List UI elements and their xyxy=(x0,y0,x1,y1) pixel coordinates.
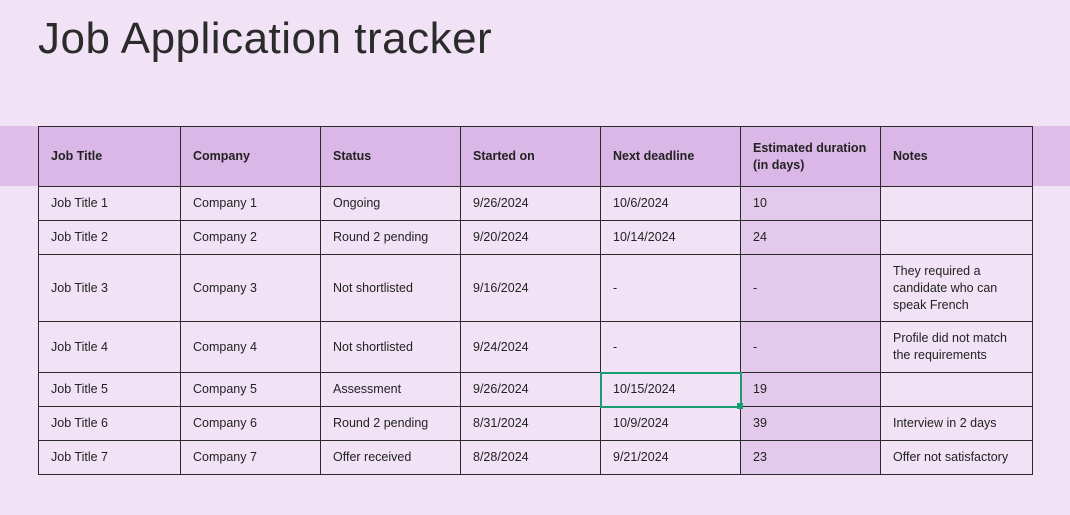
cell-status[interactable]: Offer received xyxy=(321,440,461,474)
table-row: Job Title 4Company 4Not shortlisted9/24/… xyxy=(39,322,1033,373)
page-title: Job Application tracker xyxy=(38,14,492,64)
cell-notes[interactable] xyxy=(881,187,1033,221)
cell-started[interactable]: 9/20/2024 xyxy=(461,220,601,254)
col-header-title[interactable]: Job Title xyxy=(39,127,181,187)
cell-status[interactable]: Ongoing xyxy=(321,187,461,221)
cell-company[interactable]: Company 1 xyxy=(181,187,321,221)
cell-status[interactable]: Not shortlisted xyxy=(321,254,461,322)
cell-duration[interactable]: - xyxy=(741,322,881,373)
cell-company[interactable]: Company 7 xyxy=(181,440,321,474)
cell-title[interactable]: Job Title 6 xyxy=(39,407,181,441)
cell-duration[interactable]: 23 xyxy=(741,440,881,474)
col-header-next[interactable]: Next deadline xyxy=(601,127,741,187)
cell-title[interactable]: Job Title 3 xyxy=(39,254,181,322)
cell-started[interactable]: 8/31/2024 xyxy=(461,407,601,441)
cell-started[interactable]: 9/26/2024 xyxy=(461,187,601,221)
cell-title[interactable]: Job Title 2 xyxy=(39,220,181,254)
cell-started[interactable]: 9/16/2024 xyxy=(461,254,601,322)
col-header-company[interactable]: Company xyxy=(181,127,321,187)
cell-next[interactable]: 10/9/2024 xyxy=(601,407,741,441)
cell-status[interactable]: Not shortlisted xyxy=(321,322,461,373)
table-wrap: Job Title Company Status Started on Next… xyxy=(38,126,1032,475)
cell-notes[interactable]: Profile did not match the requirements xyxy=(881,322,1033,373)
table-row: Job Title 3Company 3Not shortlisted9/16/… xyxy=(39,254,1033,322)
cell-status[interactable]: Assessment xyxy=(321,373,461,407)
cell-notes[interactable] xyxy=(881,373,1033,407)
page: Job Application tracker Job Title Compan… xyxy=(0,0,1070,515)
applications-table: Job Title Company Status Started on Next… xyxy=(38,126,1033,475)
table-row: Job Title 2Company 2Round 2 pending9/20/… xyxy=(39,220,1033,254)
cell-company[interactable]: Company 3 xyxy=(181,254,321,322)
cell-duration[interactable]: 24 xyxy=(741,220,881,254)
col-header-status[interactable]: Status xyxy=(321,127,461,187)
cell-next[interactable]: 9/21/2024 xyxy=(601,440,741,474)
cell-notes[interactable]: They required a candidate who can speak … xyxy=(881,254,1033,322)
cell-next[interactable]: - xyxy=(601,254,741,322)
col-header-started[interactable]: Started on xyxy=(461,127,601,187)
cell-title[interactable]: Job Title 1 xyxy=(39,187,181,221)
table-header-row: Job Title Company Status Started on Next… xyxy=(39,127,1033,187)
cell-next[interactable]: 10/6/2024 xyxy=(601,187,741,221)
cell-notes[interactable] xyxy=(881,220,1033,254)
cell-status[interactable]: Round 2 pending xyxy=(321,407,461,441)
table-row: Job Title 5Company 5Assessment9/26/20241… xyxy=(39,373,1033,407)
cell-duration[interactable]: 10 xyxy=(741,187,881,221)
cell-duration[interactable]: - xyxy=(741,254,881,322)
cell-title[interactable]: Job Title 4 xyxy=(39,322,181,373)
cell-next[interactable]: - xyxy=(601,322,741,373)
cell-status[interactable]: Round 2 pending xyxy=(321,220,461,254)
col-header-duration[interactable]: Estimated duration (in days) xyxy=(741,127,881,187)
cell-started[interactable]: 9/24/2024 xyxy=(461,322,601,373)
cell-started[interactable]: 8/28/2024 xyxy=(461,440,601,474)
cell-company[interactable]: Company 5 xyxy=(181,373,321,407)
table-row: Job Title 7Company 7Offer received8/28/2… xyxy=(39,440,1033,474)
table-body: Job Title 1Company 1Ongoing9/26/202410/6… xyxy=(39,187,1033,475)
cell-notes[interactable]: Interview in 2 days xyxy=(881,407,1033,441)
cell-duration[interactable]: 19 xyxy=(741,373,881,407)
cell-duration[interactable]: 39 xyxy=(741,407,881,441)
table-row: Job Title 1Company 1Ongoing9/26/202410/6… xyxy=(39,187,1033,221)
col-header-notes[interactable]: Notes xyxy=(881,127,1033,187)
table-row: Job Title 6Company 6Round 2 pending8/31/… xyxy=(39,407,1033,441)
cell-next[interactable]: 10/15/2024 xyxy=(601,373,741,407)
cell-title[interactable]: Job Title 5 xyxy=(39,373,181,407)
cell-next[interactable]: 10/14/2024 xyxy=(601,220,741,254)
cell-company[interactable]: Company 2 xyxy=(181,220,321,254)
cell-company[interactable]: Company 4 xyxy=(181,322,321,373)
cell-notes[interactable]: Offer not satisfactory xyxy=(881,440,1033,474)
cell-title[interactable]: Job Title 7 xyxy=(39,440,181,474)
cell-started[interactable]: 9/26/2024 xyxy=(461,373,601,407)
cell-company[interactable]: Company 6 xyxy=(181,407,321,441)
